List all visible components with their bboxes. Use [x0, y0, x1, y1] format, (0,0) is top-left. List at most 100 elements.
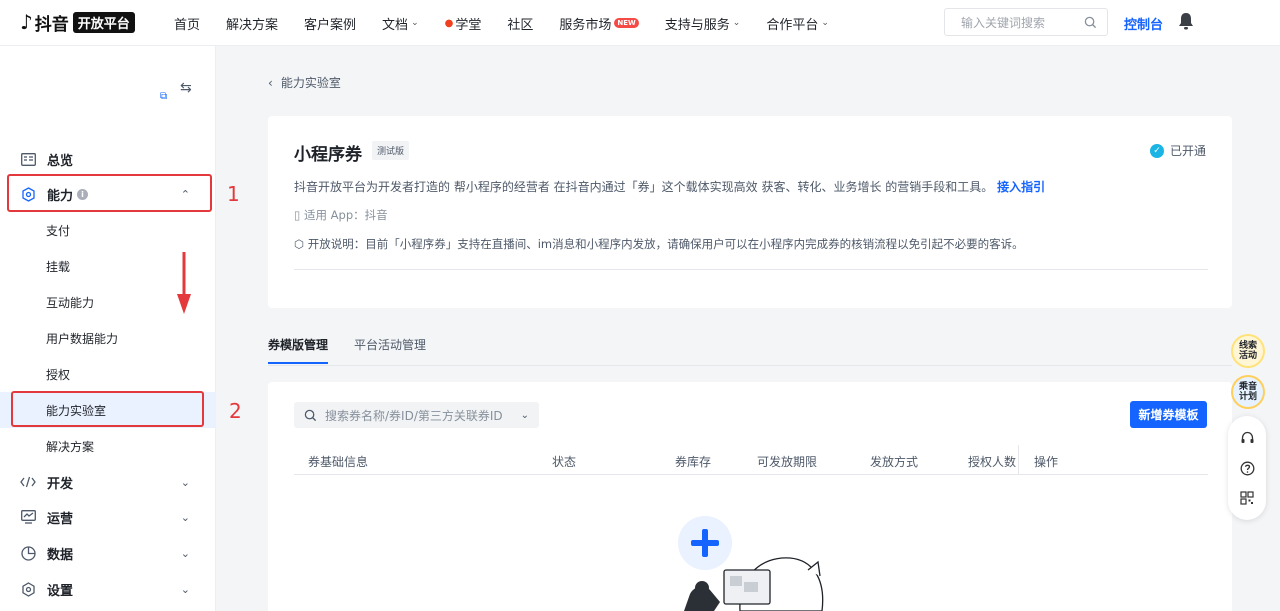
tab-bar: 券模版管理 平台活动管理	[268, 336, 452, 366]
nav-item[interactable]: 解决方案	[226, 14, 278, 33]
beta-tag: 测试版	[372, 141, 410, 160]
column-header: 授权人数	[968, 455, 1017, 469]
pin-icon[interactable]: ⧉	[160, 91, 167, 102]
annotation-arrow-down	[177, 252, 191, 314]
divider	[294, 269, 1208, 270]
overview-icon	[20, 151, 36, 167]
fire-icon: ●	[444, 17, 454, 29]
sidebar-item-label: 运营	[47, 511, 74, 527]
column-header: 状态	[552, 455, 577, 469]
nav-item[interactable]: 支持与服务 ⌄	[665, 14, 741, 33]
page-title: 小程序券	[294, 145, 362, 165]
badge-text: 乘音计划	[1238, 382, 1257, 402]
check-circle-icon: ✓	[1149, 143, 1164, 158]
search-icon	[304, 409, 317, 421]
subitem-label: 挂载	[46, 259, 71, 274]
nav-item[interactable]: 客户案例	[304, 14, 356, 33]
sidebar-item-operations[interactable]: 运营 ⌄	[0, 499, 216, 535]
breadcrumb-label: 能力实验室	[280, 76, 341, 90]
chevron-down-icon: ⌄	[180, 546, 190, 560]
plan-badge[interactable]: 乘音计划	[1231, 375, 1265, 409]
top-navigation: ♪ 抖音 开放平台 首页 解决方案 客户案例 文档 ⌄ ● 学堂 社区 服务市场 NEW 支持与服务…	[0, 0, 1280, 46]
column-separator	[1018, 445, 1019, 475]
console-link[interactable]: 控制台	[1124, 14, 1163, 33]
sidebar-subitem-authorization[interactable]: 授权	[0, 356, 216, 392]
operations-icon	[20, 509, 36, 525]
table-header: 券基础信息 状态 券库存 可发放期限 发放方式 授权人数 操作	[294, 445, 1208, 475]
open-note-text: 开放说明：目前「小程序券」支持在直播间、im消息和小程序内发放，请确保用户可以在…	[307, 237, 1024, 251]
product-info-card: 小程序券 测试版 ✓ 已开通 抖音开放平台为开发者打造的 帮小程序的经营者 在抖…	[268, 116, 1232, 308]
sidebar-subitem-solutions[interactable]: 解决方案	[0, 428, 216, 464]
new-badge: NEW	[614, 18, 639, 28]
column-header: 发放方式	[870, 455, 919, 469]
shield-icon: ⬡	[294, 237, 305, 251]
column-header: 可发放期限	[757, 455, 818, 469]
douyin-note-icon: ♪	[20, 10, 33, 34]
sidebar-item-settings[interactable]: 设置 ⌄	[0, 571, 216, 607]
subitem-label: 互动能力	[46, 295, 95, 310]
nav-item[interactable]: 文档 ⌄	[382, 14, 419, 33]
sidebar-item-overview[interactable]: 总览	[0, 141, 216, 177]
back-arrow-icon[interactable]: ‹	[268, 76, 273, 90]
nav-item[interactable]: 首页	[174, 14, 200, 33]
breadcrumb[interactable]: ‹ 能力实验室	[268, 74, 341, 91]
sidebar-subitem-payment[interactable]: 支付	[0, 212, 216, 248]
access-guide-link[interactable]: 接入指引	[997, 180, 1045, 194]
code-icon	[20, 474, 36, 490]
tab-coupon-template-management[interactable]: 券模版管理	[268, 336, 329, 364]
subitem-label: 用户数据能力	[46, 331, 119, 346]
annotation-box-1	[7, 174, 212, 212]
nav-item-label: 支持与服务	[664, 17, 730, 33]
column-header: 券库存	[675, 455, 712, 469]
nav-item-label: 解决方案	[226, 17, 279, 33]
nav-item-label: 首页	[174, 17, 201, 33]
chevron-down-icon: ⌄	[180, 510, 190, 524]
subitem-label: 解决方案	[46, 439, 95, 454]
coupon-search-input[interactable]: 搜索券名称/券ID/第三方关联券ID ⌄	[294, 402, 539, 428]
nav-item-label: 服务市场	[559, 17, 612, 33]
keyword-search-input[interactable]: 输入关键词搜索	[944, 8, 1108, 36]
logo-text: 抖音	[34, 14, 69, 35]
badge-text: 线索活动	[1238, 341, 1257, 361]
tab-platform-activity-management[interactable]: 平台活动管理	[354, 336, 426, 364]
floating-tool-rail	[1228, 416, 1266, 520]
sidebar-item-label: 设置	[47, 583, 74, 599]
sidebar-item-data[interactable]: 数据 ⌄	[0, 535, 216, 571]
douyin-open-platform-logo[interactable]: ♪ 抖音 开放平台	[20, 10, 135, 35]
search-icon	[1084, 16, 1097, 28]
sidebar-item-develop[interactable]: 开发 ⌄	[0, 464, 216, 500]
sidebar-item-label: 开发	[47, 476, 74, 492]
applicable-app: ▯ 适用 App：抖音	[294, 207, 388, 223]
swap-icon[interactable]: ⇆	[180, 80, 192, 96]
annotation-number-2: 2	[229, 399, 242, 423]
sidebar-subitem-user-data[interactable]: 用户数据能力	[0, 320, 216, 356]
headset-icon[interactable]	[1239, 430, 1255, 446]
lead-activity-badge[interactable]: 线索活动	[1231, 334, 1265, 368]
nav-item-label: 合作平台	[766, 17, 819, 33]
main-nav: 首页 解决方案 客户案例 文档 ⌄ ● 学堂 社区 服务市场 NEW 支持与服务 ⌄ 合作平台 ⌄	[174, 0, 855, 46]
bell-icon[interactable]	[1177, 11, 1195, 31]
column-header: 操作	[1034, 455, 1059, 469]
data-icon	[20, 545, 36, 561]
nav-item-label: 学堂	[455, 17, 482, 33]
column-header: 券基础信息	[308, 455, 369, 469]
chevron-down-icon: ⌄	[180, 475, 190, 489]
new-coupon-template-button[interactable]: 新增券模板	[1130, 401, 1207, 428]
nav-item-label: 社区	[507, 17, 534, 33]
search-placeholder: 输入关键词搜索	[961, 15, 1046, 30]
nav-item[interactable]: ● 学堂	[445, 14, 482, 33]
status-text: 已开通	[1169, 144, 1206, 158]
nav-item[interactable]: 合作平台 ⌄	[766, 14, 829, 33]
empty-state-illustration	[684, 557, 824, 611]
description-text: 抖音开放平台为开发者打造的 帮小程序的经营者 在抖音内通过「券」这个载体实现高效…	[294, 180, 994, 194]
applicable-app-text: 适用 App：抖音	[304, 208, 388, 222]
chevron-down-icon[interactable]: ⌄	[521, 410, 529, 421]
search-placeholder: 搜索券名称/券ID/第三方关联券ID	[325, 408, 503, 423]
nav-item[interactable]: 服务市场 NEW	[559, 14, 639, 33]
nav-item[interactable]: 社区	[507, 14, 533, 33]
phone-icon: ▯	[294, 208, 301, 222]
chevron-down-icon: ⌄	[821, 18, 829, 28]
help-icon[interactable]	[1239, 460, 1255, 476]
qr-code-icon[interactable]	[1239, 490, 1255, 506]
sidebar-item-label: 总览	[47, 153, 74, 169]
